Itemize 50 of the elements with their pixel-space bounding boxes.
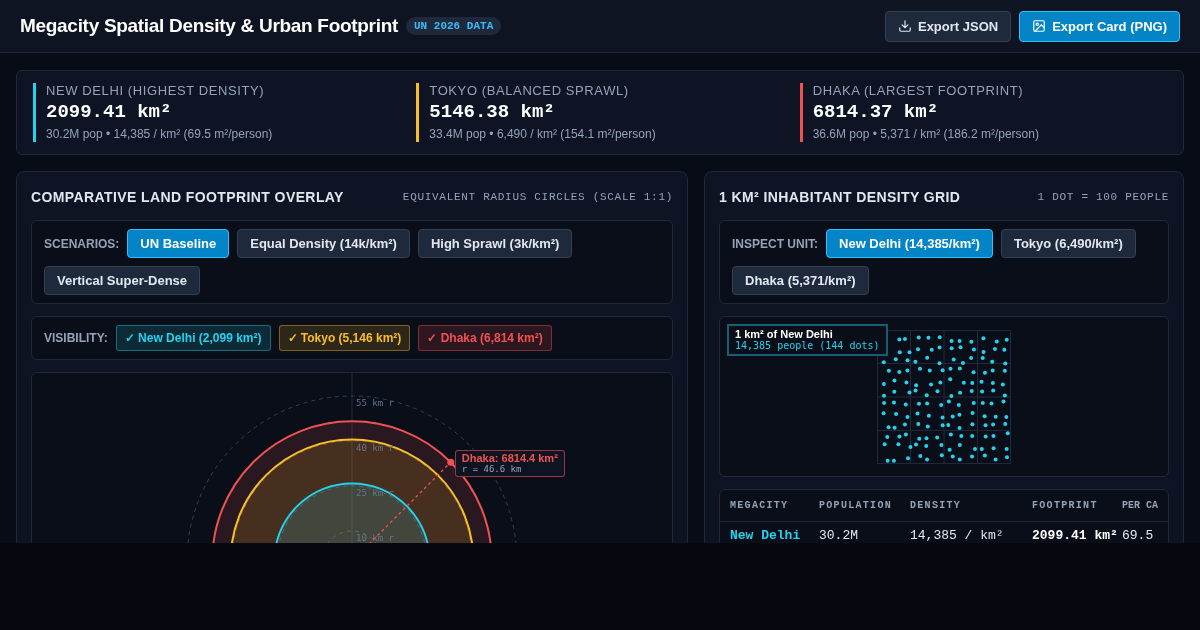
page-title: Megacity Spatial Density & Urban Footprint — [20, 15, 398, 37]
stat-detail: 36.6M pop • 5,371 / km² (186.2 m²/person) — [812, 127, 1040, 141]
tooltip-detail: 14,385 people (144 dots) — [735, 340, 880, 351]
stat-value: 2099.41 km² — [46, 101, 173, 123]
tooltip-detail: r = 46.6 km — [461, 464, 523, 475]
export-button[interactable]: Export JSON — [884, 10, 1012, 42]
unit-button[interactable]: New Delhi (14,385/km²) — [826, 229, 993, 258]
scenario-button[interactable]: UN Baseline — [127, 229, 230, 258]
visibility-toggle[interactable]: ✓ Tokyo (5,146 km²) — [278, 325, 411, 351]
panel-title: 1 KM² INHABITANT DENSITY GRID — [719, 189, 961, 205]
panel-title: COMPARATIVE LAND FOOTPRINT OVERLAY — [31, 189, 344, 205]
tooltip-title: Dhaka: 6814.4 km² — [461, 452, 558, 465]
table-cell-text: 2099.41 km² — [1031, 528, 1118, 543]
column-header: MEGACITY — [729, 500, 790, 511]
column-header: FOOTPRINT — [1031, 500, 1099, 511]
column-header: DENSITY — [909, 500, 963, 511]
panel-subtitle: EQUIVALENT RADIUS CIRCLES (SCALE 1:1) — [402, 191, 673, 203]
control-label: INSPECT UNIT: — [732, 236, 818, 251]
stat-value: 6814.37 km² — [812, 101, 940, 123]
ring-label: 10 km r — [356, 533, 394, 543]
control-label: SCENARIOS: — [44, 236, 120, 251]
tooltip-title: 1 km² of New Delhi — [735, 328, 834, 340]
scenario-button[interactable]: Vertical Super-Dense — [44, 266, 201, 295]
column-header: PER CA — [1121, 500, 1159, 511]
ring-label: 25 km r — [356, 488, 394, 498]
visibility-toggle[interactable]: ✓ Dhaka (6,814 km²) — [418, 325, 552, 351]
stat-detail: 33.4M pop • 6,490 / km² (154.1 m²/person) — [429, 127, 657, 141]
table-cell-text: New Delhi — [729, 528, 802, 543]
unit-button[interactable]: Tokyo (6,490/km²) — [1000, 229, 1136, 258]
table-cell-text: 69.5 — [1121, 528, 1155, 543]
download-icon — [897, 19, 912, 33]
stat-value: 5146.38 km² — [429, 101, 556, 123]
scenario-button[interactable]: High Sprawl (3k/km²) — [417, 229, 573, 258]
panel-subtitle: 1 DOT = 100 PEOPLE — [1037, 191, 1169, 203]
unit-button[interactable]: Dhaka (5,371/km²) — [732, 266, 869, 295]
data-badge: UN 2026 DATA — [406, 17, 502, 35]
table-cell-text: 14,385 / km² — [909, 528, 1005, 543]
stat-label: TOKYO (BALANCED SPRAWL) — [429, 83, 630, 98]
stat-label: DHAKA (LARGEST FOOTPRINT) — [812, 83, 1025, 98]
column-header: POPULATION — [818, 500, 893, 511]
image-icon — [1032, 19, 1047, 33]
stat-label: NEW DELHI (HIGHEST DENSITY) — [46, 83, 266, 98]
table-cell-text: 30.2M — [818, 528, 859, 543]
stat-detail: 30.2M pop • 14,385 / km² (69.5 m²/person) — [46, 127, 274, 141]
control-label: VISIBILITY: — [44, 331, 108, 345]
ring-label: 55 km r — [356, 398, 394, 408]
visibility-toggle[interactable]: ✓ New Delhi (2,099 km²) — [115, 325, 271, 351]
ring-label: 40 km r — [356, 443, 394, 453]
scenario-button[interactable]: Equal Density (14k/km²) — [237, 229, 410, 258]
export-button[interactable]: Export Card (PNG) — [1019, 10, 1180, 42]
